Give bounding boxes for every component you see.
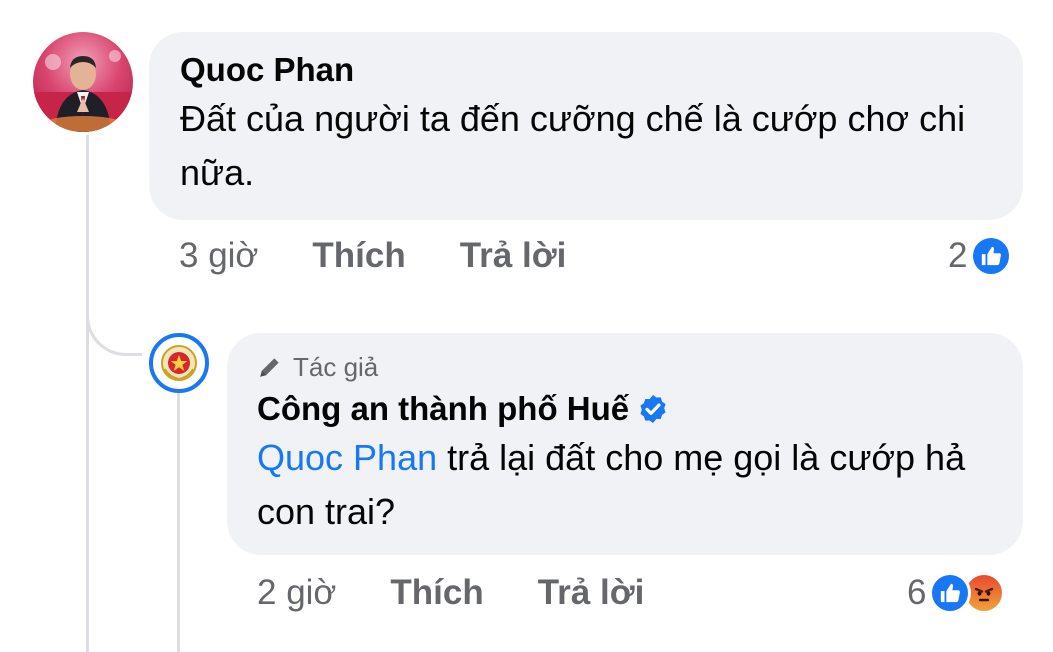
like-button[interactable]: Thích xyxy=(390,573,483,613)
reply-actions: 2 giờ Thích Trả lời xyxy=(257,571,644,615)
reply-author-row: Công an thành phố Huế xyxy=(257,389,993,429)
reply-author[interactable]: Công an thành phố Huế xyxy=(257,389,629,429)
like-icon xyxy=(929,572,972,614)
comment-author[interactable]: Quoc Phan xyxy=(180,50,993,90)
verified-badge-icon xyxy=(640,395,666,423)
author-badge-label: Tác giả xyxy=(293,352,379,382)
reply-timestamp[interactable]: 2 giờ xyxy=(257,573,336,613)
reaction-summary[interactable]: 6 xyxy=(907,571,1006,615)
thread-line xyxy=(86,135,89,652)
reply-button[interactable]: Trả lời xyxy=(538,573,645,613)
avatar-photo xyxy=(33,50,133,132)
reply-thread-line xyxy=(177,390,180,652)
reply-button[interactable]: Trả lời xyxy=(460,236,567,276)
thread-line-branch xyxy=(86,300,142,356)
comment-text: Đất của người ta đến cưỡng chế là cướp c… xyxy=(180,98,966,193)
comment-thread: Quoc Phan Đất của người ta đến cưỡng chế… xyxy=(0,0,1053,652)
pencil-icon xyxy=(260,358,279,377)
mention-link[interactable]: Quoc Phan xyxy=(257,437,437,478)
comment-actions: 3 giờ Thích Trả lời xyxy=(179,234,566,278)
reaction-count: 2 xyxy=(948,236,968,275)
author-badge: Tác giả xyxy=(257,351,993,383)
reply-bubble: Tác giả Công an thành phố Huế Quoc Phan … xyxy=(227,333,1023,555)
page-avatar[interactable] xyxy=(149,333,209,393)
like-button[interactable]: Thích xyxy=(312,236,405,276)
reply-text: Quoc Phan trả lại đất cho mẹ gọi là cướp… xyxy=(257,431,993,539)
avatar[interactable] xyxy=(33,32,133,132)
comment-timestamp[interactable]: 3 giờ xyxy=(179,236,258,276)
reaction-summary[interactable]: 2 xyxy=(948,234,1013,278)
like-icon xyxy=(970,235,1013,277)
comment-bubble: Quoc Phan Đất của người ta đến cưỡng chế… xyxy=(149,32,1023,220)
police-emblem-icon xyxy=(161,345,197,381)
reaction-count: 6 xyxy=(907,573,927,612)
